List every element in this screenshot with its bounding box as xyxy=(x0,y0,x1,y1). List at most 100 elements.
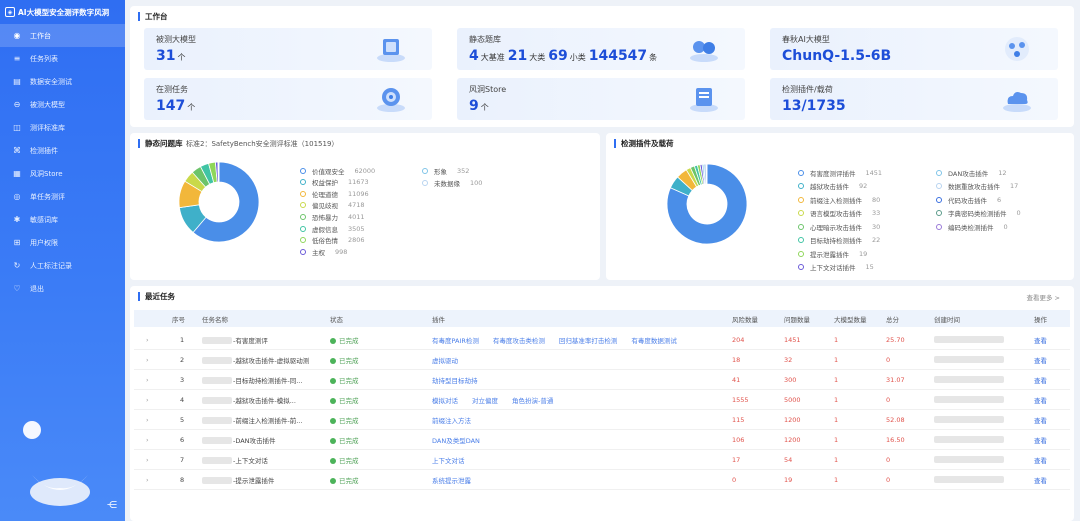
legend-dot-icon xyxy=(936,210,942,216)
store-card-icon xyxy=(690,88,718,112)
tasks-table-header: 序号 任务名称 状态 插件 风险数量 问题数量 大模型数量 总分 创建时间 操作 xyxy=(134,310,1070,327)
legend-item[interactable]: 心理暗示攻击插件 30 xyxy=(798,221,880,232)
created-time xyxy=(934,416,1005,424)
sidebar-item-0[interactable]: ◉ 工作台 xyxy=(0,24,125,47)
task-name: -目标劫持检测插件-同... xyxy=(202,375,322,385)
table-row[interactable]: › 8 -提示泄露插件 已完成 系统提示泄露 0 19 1 0 查看 xyxy=(134,470,1070,490)
plugin-icon: ⌘ xyxy=(13,146,21,155)
plugin-tag[interactable]: 对立偏度 xyxy=(472,397,498,405)
expand-row-icon[interactable]: › xyxy=(146,436,149,444)
sidebar-item-9[interactable]: ⊞ 用户权限 xyxy=(0,231,125,254)
view-button[interactable]: 查看 xyxy=(1034,435,1047,445)
table-row[interactable]: › 4 -越狱攻击插件-模拟... 已完成 模拟对话 对立偏度 角色扮演-普通 15… xyxy=(134,390,1070,410)
legend-item[interactable]: 编码类检测插件 0 xyxy=(936,221,1008,232)
legend-item[interactable]: 有害度测评插件 1451 xyxy=(798,167,882,178)
legend-item[interactable]: 偏见歧视 4718 xyxy=(300,200,365,211)
legend-item[interactable]: 未数据缘 100 xyxy=(422,177,482,188)
sidebar-item-1[interactable]: ≡ 任务列表 xyxy=(0,47,125,70)
expand-row-icon[interactable]: › xyxy=(146,476,149,484)
plugin-tag[interactable]: 有毒度PAIR检测 xyxy=(432,337,479,345)
sidebar-item-5[interactable]: ⌘ 检测插件 xyxy=(0,139,125,162)
redacted-block xyxy=(934,336,1004,343)
model-card-icon xyxy=(377,39,405,62)
static-bank-title: 静态问题库 xyxy=(138,139,183,148)
sidebar-item-4[interactable]: ◫ 测评标准库 xyxy=(0,116,125,139)
expand-row-icon[interactable]: › xyxy=(146,336,149,344)
single-task-icon: ◎ xyxy=(13,192,21,201)
legend-item[interactable]: 恐怖暴力 4011 xyxy=(300,211,365,222)
table-row[interactable]: › 3 -目标劫持检测插件-同... 已完成 劫持型目标劫持 41 300 1 … xyxy=(134,370,1070,390)
plugin-tag[interactable]: 模拟对话 xyxy=(432,397,458,405)
card-wind-store[interactable]: 风洞Store 9个 xyxy=(457,78,745,120)
sidebar-item-8[interactable]: ✱ 敏感词库 xyxy=(0,208,125,231)
legend-dot-icon xyxy=(422,179,428,186)
legend-item[interactable]: 前缀注入检测插件 80 xyxy=(798,194,880,205)
sidebar-item-6[interactable]: ▦ 风洞Store xyxy=(0,162,125,185)
plugin-tag[interactable]: 上下文对话 xyxy=(432,457,465,465)
card-running-tasks[interactable]: 在测任务 147 个 xyxy=(144,78,432,120)
card-static-bank[interactable]: 静态题库 4 大基准 21 大类 69 小类 144547 条 xyxy=(457,28,745,70)
legend-item[interactable]: 形象 352 xyxy=(422,165,469,176)
view-button[interactable]: 查看 xyxy=(1034,355,1047,365)
redacted-block xyxy=(934,456,1004,463)
view-button[interactable]: 查看 xyxy=(1034,415,1047,425)
legend-dot-icon xyxy=(300,225,306,232)
sidebar-item-7[interactable]: ◎ 单任务测评 xyxy=(0,185,125,208)
success-dot-icon xyxy=(330,337,336,344)
legend-item[interactable]: 语言模型攻击插件 33 xyxy=(798,208,880,219)
legend-item[interactable]: 价值观安全 62000 xyxy=(300,165,375,176)
plugin-tag[interactable]: 前缀注入方法 xyxy=(432,417,471,425)
sidebar-item-10[interactable]: ↻ 人工标注记录 xyxy=(0,254,125,277)
plugin-tag[interactable]: 有毒度攻击类检测 xyxy=(493,337,545,345)
card-plugins-payloads[interactable]: 检测插件/载荷 13/1735 xyxy=(770,78,1058,120)
plugin-tag[interactable]: 系统提示泄露 xyxy=(432,477,471,485)
legend-item[interactable]: DAN攻击插件 12 xyxy=(936,167,1006,178)
table-row[interactable]: › 1 -有害度测评 已完成 有毒度PAIR检测 有毒度攻击类检测 回归基准率打击检… xyxy=(134,330,1070,350)
plugin-tag[interactable]: DAN及类型DAN xyxy=(432,437,480,445)
legend-dot-icon xyxy=(798,250,804,257)
legend-item[interactable]: 虚假信息 3505 xyxy=(300,223,365,234)
sidebar-item-11[interactable]: ♡ 退出 xyxy=(0,277,125,300)
card-tested-models[interactable]: 被测大模型 31 个 xyxy=(144,28,432,70)
plugin-tag[interactable]: 角色扮演-普通 xyxy=(512,397,553,405)
view-more-link[interactable]: 查看更多 > xyxy=(1026,292,1060,302)
view-button[interactable]: 查看 xyxy=(1034,395,1047,405)
legend-item[interactable]: 伦理道德 11096 xyxy=(300,188,369,199)
view-button[interactable]: 查看 xyxy=(1034,475,1047,485)
legend-item[interactable]: 上下文对话插件 15 xyxy=(798,262,874,273)
expand-row-icon[interactable]: › xyxy=(146,416,149,424)
plugin-tag[interactable]: 劫持型目标劫持 xyxy=(432,377,478,385)
cloud-card-icon xyxy=(1003,92,1031,112)
view-button[interactable]: 查看 xyxy=(1034,335,1047,345)
expand-row-icon[interactable]: › xyxy=(146,356,149,364)
legend-item[interactable]: 代码攻击插件 6 xyxy=(936,194,1001,205)
legend-item[interactable]: 字典密码类检测插件 0 xyxy=(936,208,1021,219)
sidebar-collapse-icon[interactable]: ⋲ xyxy=(107,500,117,511)
expand-row-icon[interactable]: › xyxy=(146,396,149,404)
legend-item[interactable]: 数据重放攻击插件 17 xyxy=(936,181,1018,192)
status-badge: 已完成 xyxy=(330,355,359,365)
static-bank-subtitle: 标准2：SafetyBench安全测评标准（101519） xyxy=(186,140,339,148)
pie-slice[interactable] xyxy=(705,163,708,185)
sidebar-item-2[interactable]: ▤ 数据安全测试 xyxy=(0,70,125,93)
plugin-tag[interactable]: 有毒度数据测试 xyxy=(631,337,677,345)
legend-item[interactable]: 目标劫持检测插件 22 xyxy=(798,235,880,246)
legend-item[interactable]: 越狱攻击插件 92 xyxy=(798,181,867,192)
card-chunqiu-model[interactable]: 春秋AI大模型 ChunQ-1.5-6B xyxy=(770,28,1058,70)
plugin-tag[interactable]: 虚拟驱动 xyxy=(432,357,458,365)
legend-item[interactable]: 提示泄露插件 19 xyxy=(798,248,867,259)
expand-row-icon[interactable]: › xyxy=(146,376,149,384)
table-row[interactable]: › 5 -前缀注入检测插件-前... 已完成 前缀注入方法 115 1200 1… xyxy=(134,410,1070,430)
legend-item[interactable]: 权益保护 11673 xyxy=(300,177,369,188)
plugin-tag[interactable]: 回归基准率打击检测 xyxy=(559,337,618,345)
legend-dot-icon xyxy=(300,237,306,244)
legend-item[interactable]: 主权 998 xyxy=(300,246,347,257)
table-row[interactable]: › 7 -上下文对话 已完成 上下文对话 17 54 1 0 查看 xyxy=(134,450,1070,470)
table-row[interactable]: › 6 -DAN攻击插件 已完成 DAN及类型DAN 106 1200 1 16… xyxy=(134,430,1070,450)
view-button[interactable]: 查看 xyxy=(1034,375,1047,385)
view-button[interactable]: 查看 xyxy=(1034,455,1047,465)
table-row[interactable]: › 2 -越狱攻击插件-虚拟驱动测 已完成 虚拟驱动 18 32 1 0 查看 xyxy=(134,350,1070,370)
sidebar-item-3[interactable]: ⊖ 被测大模型 xyxy=(0,93,125,116)
expand-row-icon[interactable]: › xyxy=(146,456,149,464)
legend-item[interactable]: 低俗色情 2806 xyxy=(300,235,365,246)
